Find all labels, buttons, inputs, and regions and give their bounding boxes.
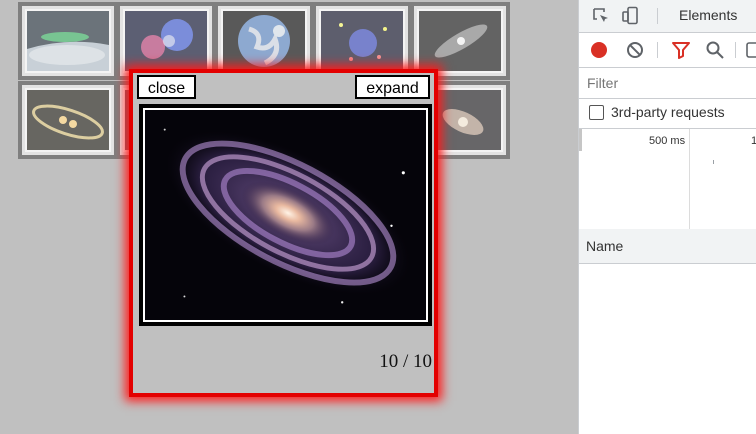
thumbnail-6[interactable] xyxy=(18,81,118,159)
column-header-name[interactable]: Name xyxy=(586,238,623,254)
timeline-tick-label: 1 xyxy=(751,135,756,147)
network-timeline[interactable]: 500 ms 1 xyxy=(579,128,756,230)
filter-icon[interactable] xyxy=(671,40,691,60)
requests-table-header: Name xyxy=(579,229,756,264)
thumbnail-1[interactable] xyxy=(18,2,118,80)
third-party-requests-option[interactable]: 3rd-party requests xyxy=(579,101,756,127)
thumbnail-2[interactable] xyxy=(116,2,216,80)
galaxy-image[interactable] xyxy=(139,104,432,326)
clear-icon[interactable] xyxy=(625,40,645,60)
network-toolbar xyxy=(579,33,756,68)
toolbar-divider xyxy=(735,42,736,58)
toolbar-divider xyxy=(657,8,658,24)
third-party-label: 3rd-party requests xyxy=(611,104,725,120)
timeline-tick-label: 500 ms xyxy=(649,135,686,147)
image-counter: 10 / 10 xyxy=(379,351,432,372)
timeline-gridline xyxy=(689,129,690,229)
devtools-panel: Elements 3rd-party requests 500 ms 1 xyxy=(578,0,756,434)
device-toggle-icon[interactable] xyxy=(621,6,641,26)
tab-elements[interactable]: Elements xyxy=(679,7,737,23)
filter-input[interactable] xyxy=(587,75,747,91)
third-party-checkbox[interactable] xyxy=(589,105,604,120)
checkbox-icon[interactable] xyxy=(745,40,756,60)
timeline-request-mark xyxy=(713,160,714,164)
devtools-toolbar: Elements xyxy=(579,0,756,33)
expand-button[interactable]: expand xyxy=(355,75,430,99)
record-icon[interactable] xyxy=(589,40,609,60)
image-viewer: close expand 10 / 10 xyxy=(133,73,434,393)
web-page: close expand 10 / 10 xyxy=(0,0,578,434)
thumbnail-5[interactable] xyxy=(410,2,510,80)
close-button[interactable]: close xyxy=(137,75,196,99)
thumbnail-3[interactable] xyxy=(214,2,314,80)
toolbar-divider xyxy=(657,42,658,58)
timeline-marker xyxy=(579,129,582,151)
thumbnail-4[interactable] xyxy=(312,2,412,80)
filter-bar xyxy=(579,68,756,99)
inspect-icon[interactable] xyxy=(591,6,611,26)
search-icon[interactable] xyxy=(705,40,725,60)
